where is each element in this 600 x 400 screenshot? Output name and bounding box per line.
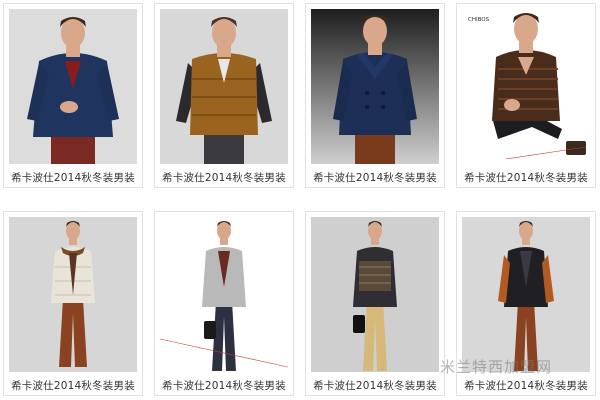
- product-photo[interactable]: CHIBOS: [462, 9, 590, 164]
- product-card[interactable]: CHIBOS 希卡波仕2014秋冬装男装: [456, 3, 596, 188]
- product-caption[interactable]: 希卡波仕2014秋冬装男装: [306, 170, 444, 185]
- product-card[interactable]: 希卡波仕2014秋冬装男装: [305, 3, 445, 188]
- product-caption[interactable]: 希卡波仕2014秋冬装男装: [457, 378, 595, 393]
- product-card[interactable]: 希卡波仕2014秋冬装男装: [305, 211, 445, 396]
- product-caption[interactable]: 希卡波仕2014秋冬装男装: [155, 170, 293, 185]
- brand-logo: CHIBOS: [468, 17, 490, 23]
- product-photo[interactable]: [160, 9, 288, 164]
- product-photo[interactable]: [311, 9, 439, 164]
- product-photo[interactable]: [160, 217, 288, 372]
- product-card[interactable]: 希卡波仕2014秋冬装男装: [456, 211, 596, 396]
- product-card[interactable]: 希卡波仕2014秋冬装男装: [3, 211, 143, 396]
- product-caption[interactable]: 希卡波仕2014秋冬装男装: [4, 170, 142, 185]
- product-card[interactable]: 希卡波仕2014秋冬装男装: [3, 3, 143, 188]
- product-photo[interactable]: [311, 217, 439, 372]
- product-caption[interactable]: 希卡波仕2014秋冬装男装: [155, 378, 293, 393]
- product-photo[interactable]: [462, 217, 590, 372]
- product-card[interactable]: 希卡波仕2014秋冬装男装: [154, 3, 294, 188]
- product-gallery: 希卡波仕2014秋冬装男装 希卡波仕2014秋冬装男装 希卡波仕2014秋冬装男…: [0, 0, 600, 400]
- product-caption[interactable]: 希卡波仕2014秋冬装男装: [4, 378, 142, 393]
- product-photo[interactable]: [9, 9, 137, 164]
- product-caption[interactable]: 希卡波仕2014秋冬装男装: [457, 170, 595, 185]
- product-card[interactable]: 希卡波仕2014秋冬装男装: [154, 211, 294, 396]
- product-caption[interactable]: 希卡波仕2014秋冬装男装: [306, 378, 444, 393]
- product-photo[interactable]: [9, 217, 137, 372]
